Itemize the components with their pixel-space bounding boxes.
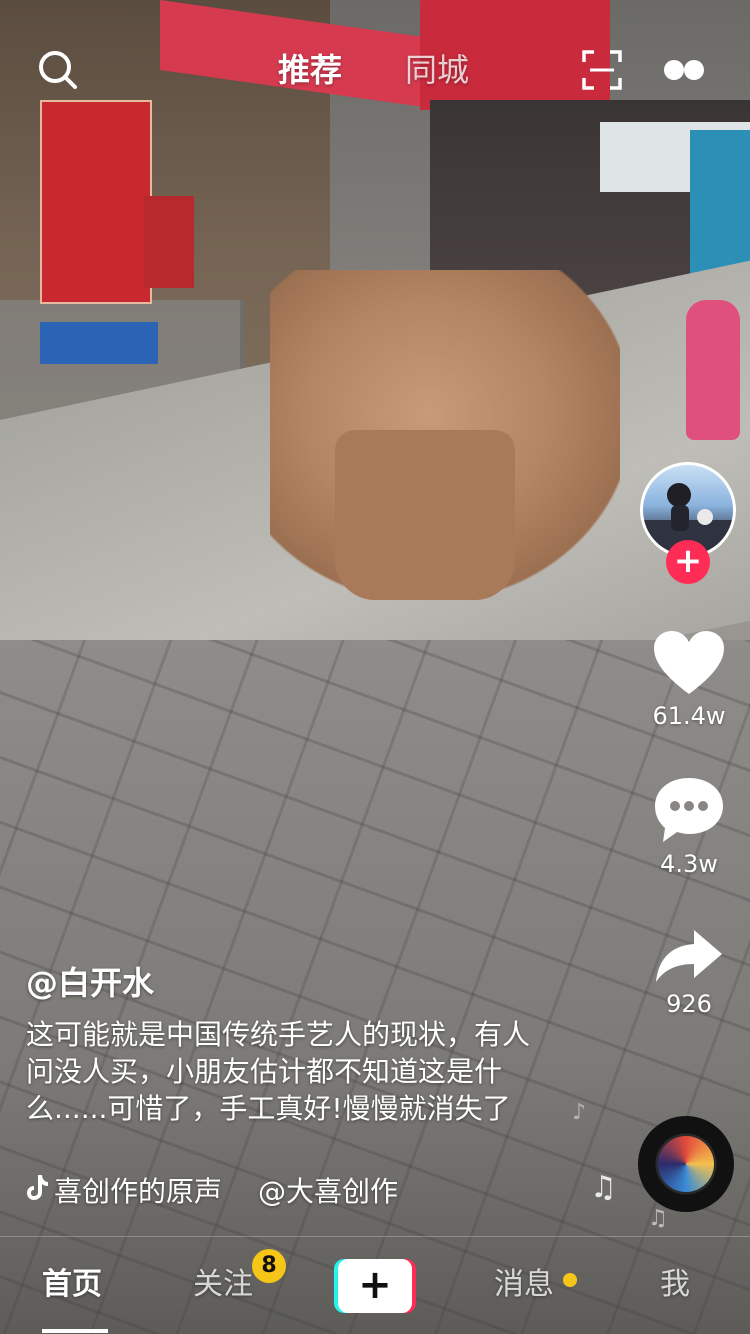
create-button[interactable]: + <box>334 1259 416 1313</box>
music-title: 喜创作的原声 <box>54 1175 223 1208</box>
following-badge: 8 <box>252 1249 286 1283</box>
heart-icon <box>654 631 724 694</box>
share-button[interactable]: 926 <box>646 928 732 1018</box>
comment-count: 4.3w <box>660 850 718 878</box>
nav-home[interactable]: 首页 <box>42 1263 102 1307</box>
share-icon <box>656 930 722 982</box>
bottom-nav: 首页 关注 8 + 消息 我 <box>0 1236 750 1334</box>
scene-blue-sign <box>40 322 158 364</box>
share-count: 926 <box>666 990 712 1018</box>
scan-icon[interactable] <box>580 48 624 92</box>
nav-following[interactable]: 关注 <box>193 1263 253 1307</box>
author-name[interactable]: @白开水 <box>26 958 154 1004</box>
search-icon[interactable] <box>36 48 78 90</box>
like-button[interactable]: 61.4w <box>646 630 732 730</box>
messages-dot-badge <box>563 1273 577 1287</box>
scene-straw-skirt <box>335 430 515 600</box>
nav-me[interactable]: 我 <box>660 1263 690 1307</box>
video-caption: 这可能就是中国传统手艺人的现状，有人问没人买，小朋友估计都不知道这是什么....… <box>26 1018 531 1125</box>
top-bar: 推荐 同城 <box>0 40 750 100</box>
music-disc-cover <box>658 1136 714 1192</box>
comment-icon <box>655 778 723 842</box>
music-info[interactable]: 喜创作的原声 @大喜创作 <box>26 1172 398 1212</box>
music-note-icon: ♫ <box>590 1170 617 1205</box>
plus-icon: + <box>338 1259 412 1313</box>
tab-nearby[interactable]: 同城 <box>405 48 469 92</box>
scene-menu-board <box>40 100 152 304</box>
music-note-icon: ♫ <box>648 1206 668 1231</box>
nav-messages[interactable]: 消息 <box>494 1263 554 1307</box>
tiktok-logo-icon <box>27 1175 48 1200</box>
scene-menu-board-small <box>144 196 194 288</box>
scene-pedestrian <box>686 300 740 440</box>
video-screen[interactable]: 推荐 同城 + 61.4w 4.3w 926 ♪ ♫ ♫ @白开水 这可能就是中… <box>0 0 750 1334</box>
music-author: @大喜创作 <box>258 1175 399 1208</box>
music-note-icon: ♪ <box>572 1100 587 1125</box>
video-frame <box>0 0 750 1334</box>
follow-button[interactable]: + <box>666 540 710 584</box>
tab-recommend[interactable]: 推荐 <box>278 48 342 92</box>
like-count: 61.4w <box>652 702 726 730</box>
comment-button[interactable]: 4.3w <box>646 776 732 878</box>
more-icon[interactable] <box>660 58 708 82</box>
nav-active-indicator <box>42 1329 108 1333</box>
